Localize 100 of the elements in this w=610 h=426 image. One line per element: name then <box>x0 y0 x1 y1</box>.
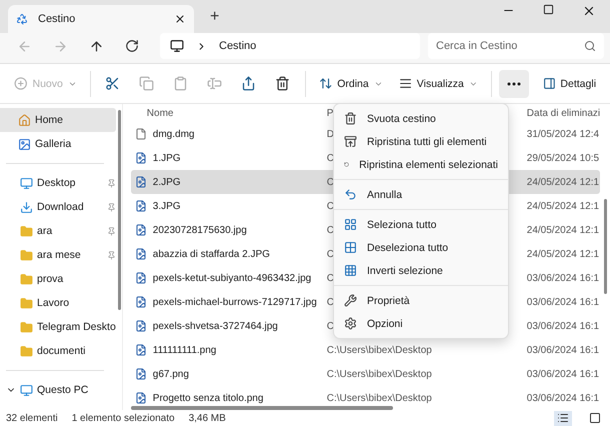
path-cell: C <box>326 152 334 164</box>
menu-item[interactable]: Ripristina tutti gli elementi <box>334 130 508 153</box>
date-cell: 24/05/2024 12:1 <box>526 224 600 236</box>
image-file-icon <box>134 200 147 212</box>
monitor-icon <box>20 176 33 190</box>
menu-item[interactable]: Annulla <box>334 183 508 206</box>
details-button[interactable]: Dettagli <box>536 70 602 98</box>
file-name[interactable]: 111111111.png <box>152 344 216 356</box>
sort-button[interactable]: Ordina <box>312 70 389 98</box>
folder-icon <box>20 296 33 310</box>
menu-item[interactable]: Deseleziona tutto <box>334 236 508 259</box>
path-cell: C <box>326 320 334 332</box>
monitor-icon <box>20 384 33 396</box>
image-file-icon <box>134 296 147 308</box>
date-cell: 03/06/2024 16:1 <box>526 272 600 284</box>
image-file-icon <box>134 248 147 260</box>
file-name[interactable]: Progetto senza titolo.png <box>152 392 264 404</box>
scrollbar[interactable] <box>118 110 121 310</box>
file-name[interactable]: 3.JPG <box>152 200 181 212</box>
maximize-icon[interactable] <box>543 4 554 14</box>
tab-title: Cestino <box>38 13 76 25</box>
selection-size: 3,46 MB <box>188 412 226 424</box>
sort-icon <box>318 76 332 91</box>
home-icon <box>18 114 31 126</box>
trash-icon <box>275 76 290 91</box>
sidebar-item[interactable]: Questo PC <box>0 378 116 402</box>
window-tab[interactable]: Cestino <box>8 5 194 33</box>
image-file-icon <box>134 272 147 284</box>
column-header[interactable]: P <box>326 108 334 118</box>
path-cell: C:\Users\bibex\Desktop <box>326 392 432 404</box>
sidebar-item[interactable]: prova <box>0 267 116 291</box>
sidebar-item[interactable]: ara <box>0 219 116 243</box>
pin-icon <box>106 250 116 260</box>
date-cell: 24/05/2024 12:1 <box>526 248 600 260</box>
sidebar-item[interactable]: Desktop <box>0 171 116 195</box>
forward-arrow-icon <box>52 38 68 54</box>
path-cell: C <box>326 248 334 260</box>
folder-icon <box>20 272 33 286</box>
gallery-icon <box>18 138 31 150</box>
file-name[interactable]: pexels-ketut-subiyanto-4963432.jpg <box>152 272 312 284</box>
sidebar-item[interactable]: documenti <box>0 339 116 363</box>
menu-item[interactable]: Opzioni <box>334 312 508 335</box>
pin-icon <box>106 178 116 188</box>
wrench-icon <box>344 294 357 307</box>
file-name[interactable]: 1.JPG <box>152 152 181 164</box>
path-cell: C <box>326 224 334 236</box>
lines-icon <box>398 76 412 91</box>
sidebar-item[interactable]: Lavoro <box>0 291 116 315</box>
image-file-icon <box>134 344 147 356</box>
grid-icon <box>344 241 357 254</box>
new-tab-button[interactable]: + <box>204 7 226 27</box>
menu-item[interactable]: Inverti selezione <box>334 259 508 282</box>
file-name[interactable]: g67.png <box>152 368 189 380</box>
image-file-icon <box>134 368 147 380</box>
date-cell: 03/06/2024 16:1 <box>526 344 600 356</box>
file-name[interactable]: pexels-michael-burrows-7129717.jpg <box>152 296 317 308</box>
view-button[interactable]: Visualizza <box>392 70 484 98</box>
menu-item[interactable]: Svuota cestino <box>334 107 508 130</box>
path-cell: C <box>326 200 334 212</box>
sidebar-item[interactable]: Home <box>0 108 116 132</box>
plus-icon <box>14 76 28 91</box>
column-header[interactable]: Data di eliminazi <box>526 108 600 118</box>
search-icon <box>584 40 596 52</box>
menu-item[interactable]: Seleziona tutto <box>334 213 508 236</box>
menu-item[interactable]: Ripristina elementi selezionati <box>334 153 508 176</box>
square-icon <box>589 412 601 424</box>
image-file-icon <box>134 176 147 188</box>
recycle-bin-icon <box>16 13 28 25</box>
details-view-button[interactable] <box>554 410 572 426</box>
panel-icon <box>542 76 556 91</box>
file-name[interactable]: 2.JPG <box>152 176 181 188</box>
undo-icon <box>344 188 357 201</box>
pin-icon <box>106 202 116 212</box>
sidebar-item[interactable]: Download <box>0 195 116 219</box>
folder-icon <box>20 320 33 334</box>
breadcrumb-item[interactable]: Cestino <box>219 40 256 52</box>
path-cell: C:\Users\bibex\Desktop <box>326 344 432 356</box>
date-cell: 29/05/2024 10:5 <box>526 152 600 164</box>
settings-icon <box>344 317 357 330</box>
menu-item[interactable]: Proprietà <box>334 289 508 312</box>
sidebar-item[interactable]: Telegram Deskto <box>0 315 116 339</box>
file-name[interactable]: dmg.dmg <box>152 128 194 140</box>
file-name[interactable]: abazzia di staffarda 2.JPG <box>152 248 270 260</box>
file-name[interactable]: pexels-shvetsa-3727464.jpg <box>152 320 278 332</box>
file-name[interactable]: 20230728175630.jpg <box>152 224 247 236</box>
address-bar[interactable]: Cestino <box>160 33 420 59</box>
date-cell: 03/06/2024 16:1 <box>526 296 600 308</box>
more-button[interactable] <box>498 70 529 98</box>
scrollbar[interactable] <box>604 199 608 294</box>
date-cell: 24/05/2024 12:1 <box>526 176 600 188</box>
search-field[interactable]: Cerca in Cestino <box>428 33 604 59</box>
rename-icon <box>207 76 222 91</box>
share-icon <box>241 76 256 91</box>
column-header[interactable]: Nome <box>146 108 174 118</box>
close-tab-icon[interactable] <box>174 13 186 25</box>
sidebar-item[interactable]: Galleria <box>0 132 116 156</box>
more-icon <box>506 82 521 86</box>
scrollbar[interactable] <box>130 406 393 410</box>
copy-icon <box>139 76 154 91</box>
sidebar-item[interactable]: ara mese <box>0 243 116 267</box>
